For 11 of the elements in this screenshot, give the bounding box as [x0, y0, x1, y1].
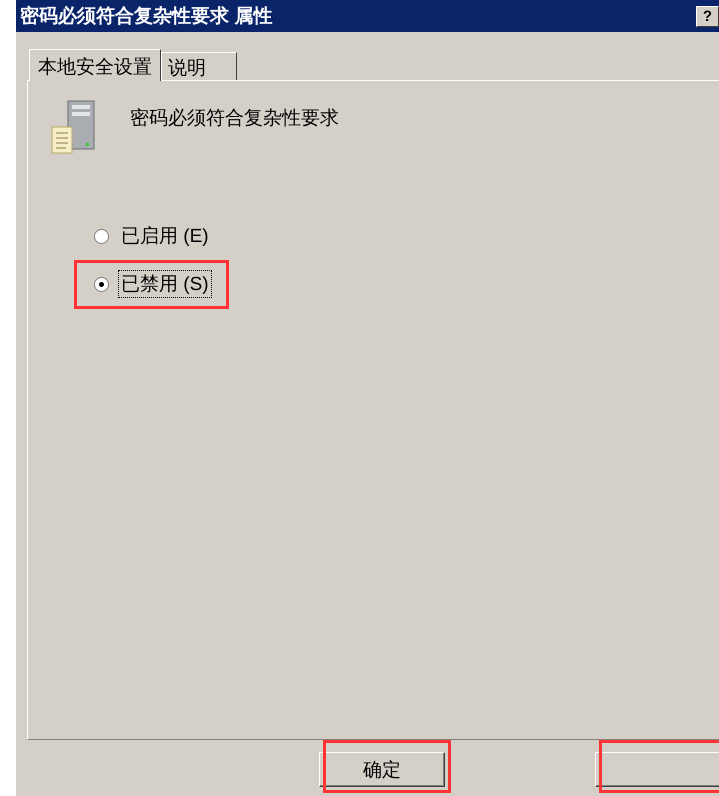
radio-button[interactable] — [94, 276, 109, 292]
option-label[interactable]: 已启用 (E) — [119, 223, 211, 249]
radio-button[interactable] — [94, 228, 109, 244]
ok-button[interactable]: 确定 — [319, 752, 445, 787]
dialog-button[interactable] — [595, 752, 719, 787]
window-title: 密码必须符合复杂性要求 属性 — [20, 4, 274, 29]
option-label[interactable]: 已禁用 (S) — [119, 271, 211, 297]
tab[interactable]: 本地安全设置 — [29, 49, 161, 81]
tab[interactable]: 说明 — [161, 52, 237, 80]
help-button[interactable]: ? — [696, 6, 719, 26]
policy-name: 密码必须符合复杂性要求 — [130, 107, 339, 131]
